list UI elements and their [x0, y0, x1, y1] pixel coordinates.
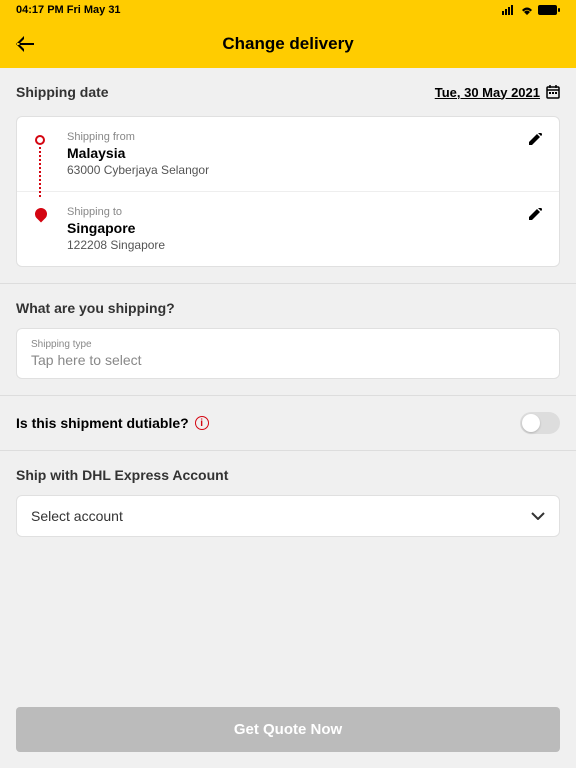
dutiable-question: Is this shipment dutiable? — [16, 415, 189, 431]
chevron-down-icon — [531, 512, 545, 520]
wifi-icon — [520, 5, 534, 15]
signal-icon — [502, 5, 516, 15]
account-label: Ship with DHL Express Account — [16, 467, 560, 483]
get-quote-button[interactable]: Get Quote Now — [16, 707, 560, 752]
to-country: Singapore — [67, 220, 165, 236]
dutiable-toggle[interactable] — [520, 412, 560, 434]
origin-marker-icon — [35, 135, 45, 145]
shipping-type-label: Shipping type — [31, 339, 545, 350]
shipping-type-section: What are you shipping? Shipping type Tap… — [0, 284, 576, 395]
shipping-type-input[interactable]: Shipping type Tap here to select — [16, 328, 560, 379]
footer: Get Quote Now — [0, 691, 576, 768]
calendar-icon — [546, 85, 560, 99]
dutiable-section: Is this shipment dutiable? i — [0, 396, 576, 450]
route-line-icon — [39, 147, 41, 197]
route-card: Shipping from Malaysia 63000 Cyberjaya S… — [16, 116, 560, 267]
status-indicators — [502, 5, 560, 15]
battery-icon — [538, 5, 560, 15]
back-button[interactable] — [16, 36, 36, 52]
from-country: Malaysia — [67, 145, 209, 161]
shipping-date-section: Shipping date Tue, 30 May 2021 Shipping … — [0, 68, 576, 283]
status-bar: 04:17 PM Fri May 31 — [0, 0, 576, 20]
from-sublabel: Shipping from — [67, 131, 209, 143]
edit-to-button[interactable] — [527, 206, 543, 222]
status-time: 04:17 PM Fri May 31 — [16, 4, 121, 16]
edit-from-button[interactable] — [527, 131, 543, 147]
account-select[interactable]: Select account — [16, 495, 560, 537]
route-to: Shipping to Singapore 122208 Singapore — [17, 192, 559, 266]
from-address: 63000 Cyberjaya Selangor — [67, 163, 209, 177]
account-placeholder: Select account — [31, 508, 123, 524]
destination-marker-icon — [35, 208, 47, 220]
to-sublabel: Shipping to — [67, 206, 165, 218]
to-address: 122208 Singapore — [67, 238, 165, 252]
shipping-date-value[interactable]: Tue, 30 May 2021 — [435, 85, 560, 100]
page-title: Change delivery — [16, 34, 560, 54]
account-section: Ship with DHL Express Account Select acc… — [0, 451, 576, 553]
route-from: Shipping from Malaysia 63000 Cyberjaya S… — [17, 117, 559, 192]
shipping-type-placeholder: Tap here to select — [31, 352, 545, 368]
header: Change delivery — [0, 20, 576, 68]
shipping-type-question: What are you shipping? — [16, 300, 560, 316]
info-icon[interactable]: i — [195, 416, 209, 430]
shipping-date-label: Shipping date — [16, 84, 109, 100]
